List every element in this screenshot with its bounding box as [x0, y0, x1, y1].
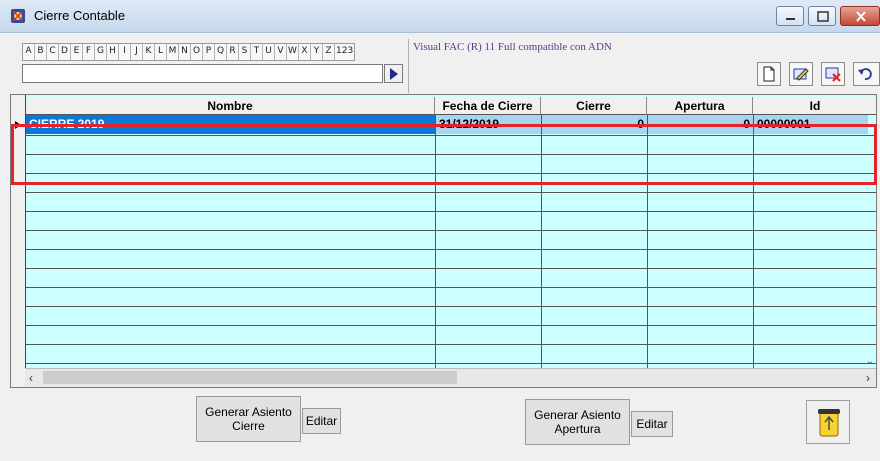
grid-row-line: [26, 211, 876, 212]
col-header-fecha[interactable]: Fecha de Cierre: [435, 97, 541, 115]
new-document-button[interactable]: [757, 62, 781, 86]
main-panel: A B C D E F G H I J K L M N O P Q R S T U V W X Y Z 123 Visual FAC…: [0, 33, 880, 461]
col-header-nombre[interactable]: Nombre: [26, 97, 435, 115]
alphabet-letter-j[interactable]: J: [131, 44, 143, 60]
grid-row-line: [26, 230, 876, 231]
alphabet-letter-o[interactable]: O: [191, 44, 203, 60]
alphabet-letter-d[interactable]: D: [59, 44, 71, 60]
scroll-right-icon[interactable]: ›: [866, 371, 870, 385]
undo-button[interactable]: [853, 62, 880, 86]
alphabet-letter-y[interactable]: Y: [311, 44, 323, 60]
alphabet-letter-e[interactable]: E: [71, 44, 83, 60]
generar-asiento-apertura-button[interactable]: Generar Asiento Apertura: [525, 399, 630, 445]
grid-row-line: [26, 363, 876, 364]
editar-apertura-button[interactable]: Editar: [631, 411, 673, 437]
minimize-button[interactable]: [776, 6, 804, 26]
new-document-icon: [763, 66, 775, 82]
alphabet-letter-123[interactable]: 123: [335, 44, 354, 60]
alphabet-filter: A B C D E F G H I J K L M N O P Q R S T U V W X Y Z 123: [22, 43, 356, 61]
col-header-apertura[interactable]: Apertura: [647, 97, 753, 115]
alphabet-letter-m[interactable]: M: [167, 44, 179, 60]
horizontal-scrollbar[interactable]: ‹ ›: [25, 368, 876, 387]
alphabet-letter-a[interactable]: A: [23, 44, 35, 60]
grid-row-line: [26, 287, 876, 288]
alphabet-letter-z[interactable]: Z: [323, 44, 335, 60]
alphabet-letter-q[interactable]: Q: [215, 44, 227, 60]
brand-text: Visual FAC (R) 11 Full compatible con AD…: [413, 41, 612, 53]
alphabet-letter-l[interactable]: L: [155, 44, 167, 60]
alphabet-letter-h[interactable]: H: [107, 44, 119, 60]
app-icon: [11, 9, 25, 23]
edit-icon: [793, 68, 809, 81]
search-go-button[interactable]: [384, 64, 403, 83]
alphabet-letter-c[interactable]: C: [47, 44, 59, 60]
undo-icon: [858, 68, 872, 80]
alphabet-letter-n[interactable]: N: [179, 44, 191, 60]
window: Cierre Contable ABCDEFGHIJKLMNOPQRSTUVWX…: [0, 0, 880, 461]
editar-cierre-button[interactable]: Editar: [302, 408, 341, 434]
alphabet-letter-b[interactable]: B: [35, 44, 47, 60]
alphabet-letter-p[interactable]: P: [203, 44, 215, 60]
grid-row-line: [26, 325, 876, 326]
delete-icon: [825, 67, 841, 82]
maximize-button[interactable]: [808, 6, 836, 26]
alphabet-letter-w[interactable]: W: [287, 44, 299, 60]
alphabet-letter-f[interactable]: F: [83, 44, 95, 60]
scroll-left-icon[interactable]: ‹: [29, 371, 33, 385]
alphabet-letter-k[interactable]: K: [143, 44, 155, 60]
recycle-bin-button[interactable]: [806, 400, 850, 444]
alphabet-letter-i[interactable]: I: [119, 44, 131, 60]
alphabet-letter-g[interactable]: G: [95, 44, 107, 60]
col-header-cierre[interactable]: Cierre: [541, 97, 647, 115]
col-header-id[interactable]: Id: [753, 97, 876, 115]
grid-row-line: [26, 306, 876, 307]
delete-button[interactable]: [821, 62, 845, 86]
close-button[interactable]: [840, 6, 880, 26]
generar-asiento-cierre-button[interactable]: Generar Asiento Cierre: [196, 396, 301, 442]
scroll-thumb[interactable]: [43, 371, 457, 384]
title-bar: Cierre Contable: [0, 0, 880, 33]
grid-row-line: [26, 249, 876, 250]
grid-row-line: [26, 268, 876, 269]
edit-button[interactable]: [789, 62, 813, 86]
alphabet-letter-s[interactable]: S: [239, 44, 251, 60]
recycle-bin-icon: [818, 409, 840, 437]
grid-row-line: [26, 344, 876, 345]
grid-row-line: [26, 192, 876, 193]
scroll-down-icon[interactable]: ⌄: [866, 356, 874, 367]
search-input[interactable]: [22, 64, 383, 83]
separator: [408, 39, 409, 93]
alphabet-letter-x[interactable]: X: [299, 44, 311, 60]
alphabet-letter-u[interactable]: U: [263, 44, 275, 60]
alphabet-letter-t[interactable]: T: [251, 44, 263, 60]
alphabet-letter-v[interactable]: V: [275, 44, 287, 60]
window-title: Cierre Contable: [34, 8, 126, 23]
highlight-box: [11, 124, 877, 185]
alphabet-letter-r[interactable]: R: [227, 44, 239, 60]
